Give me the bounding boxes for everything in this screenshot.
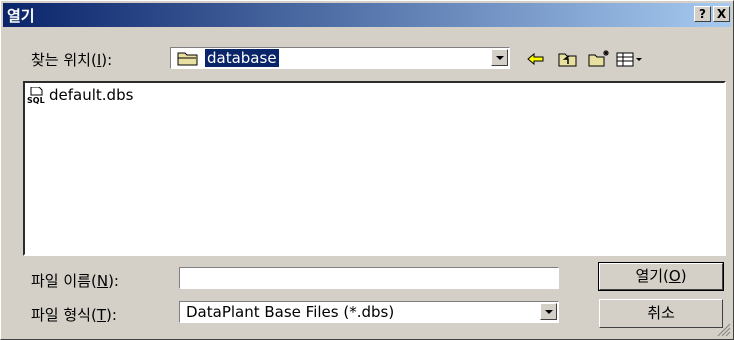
up-folder-button[interactable] xyxy=(557,49,579,69)
title-bar[interactable]: 열기 ? X xyxy=(3,3,731,27)
dialog-title: 열기 xyxy=(7,7,35,25)
open-button[interactable]: 열기(O) xyxy=(598,262,724,291)
help-button[interactable]: ? xyxy=(694,6,711,22)
back-arrow-icon xyxy=(527,52,544,66)
look-in-combo[interactable]: database xyxy=(170,47,510,69)
svg-text:SQL: SQL xyxy=(27,96,45,104)
back-button[interactable] xyxy=(525,49,547,69)
filename-label: 파일 이름(N): xyxy=(31,272,119,290)
cancel-button[interactable]: 취소 xyxy=(599,299,723,328)
filetype-select[interactable]: DataPlant Base Files (*.dbs) xyxy=(179,301,559,323)
filetype-label: 파일 형식(T): xyxy=(31,306,117,324)
up-folder-icon xyxy=(558,53,577,67)
view-menu-button[interactable] xyxy=(615,49,645,69)
close-button[interactable]: X xyxy=(713,6,730,22)
new-folder-icon xyxy=(588,50,609,67)
filetype-dropdown-button[interactable] xyxy=(540,303,557,320)
folder-icon xyxy=(177,52,198,66)
filetype-value: DataPlant Base Files (*.dbs) xyxy=(186,303,395,321)
resize-grip-icon[interactable] xyxy=(717,323,731,337)
filename-input[interactable] xyxy=(179,267,559,289)
look-in-label: 찾는 위치(I): xyxy=(31,51,113,69)
new-folder-button[interactable] xyxy=(587,49,609,69)
open-dialog: 열기 ? X 찾는 위치(I): database SQL default.db… xyxy=(0,0,734,340)
file-name: default.dbs xyxy=(49,86,134,104)
look-in-dropdown-button[interactable] xyxy=(491,49,508,66)
look-in-value: database xyxy=(205,49,279,67)
sql-file-icon: SQL xyxy=(27,87,45,104)
details-view-icon xyxy=(616,52,642,67)
file-list[interactable]: SQL default.dbs xyxy=(23,81,726,256)
